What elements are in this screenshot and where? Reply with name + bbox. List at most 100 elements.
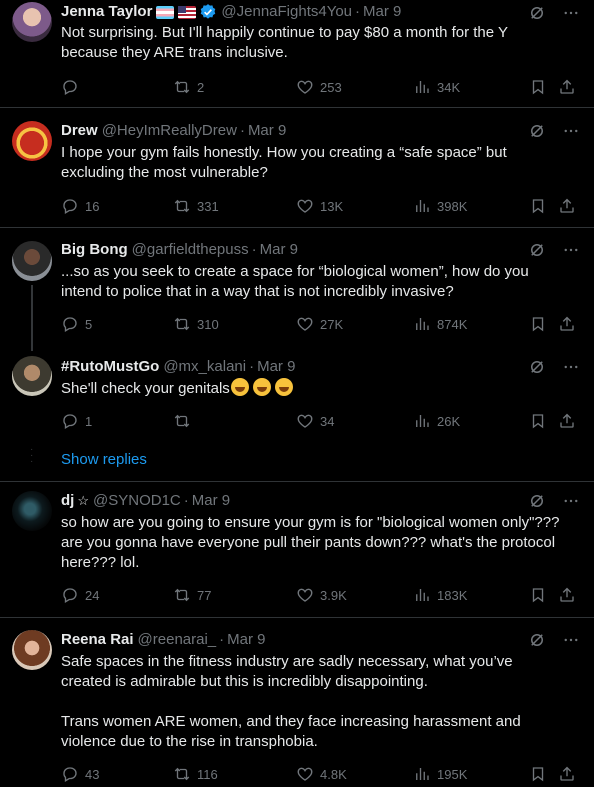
bookmark-button[interactable] bbox=[529, 765, 547, 783]
avatar[interactable] bbox=[12, 491, 52, 531]
more-options-icon[interactable] bbox=[562, 122, 580, 140]
more-options-icon[interactable] bbox=[562, 4, 580, 22]
timestamp[interactable]: Mar 9 bbox=[227, 630, 265, 650]
views-button[interactable]: 34K bbox=[413, 78, 460, 96]
views-button[interactable]: 195K bbox=[413, 765, 467, 783]
retweet-button[interactable]: 77 bbox=[173, 586, 211, 604]
views-button[interactable]: 874K bbox=[413, 315, 467, 333]
user-handle[interactable]: @JennaFights4You bbox=[221, 2, 352, 22]
share-icon bbox=[560, 79, 574, 94]
more-options-icon[interactable] bbox=[562, 492, 580, 510]
separator-dot: · bbox=[239, 122, 245, 139]
user-handle[interactable]: @SYNOD1C bbox=[93, 491, 181, 511]
avatar[interactable] bbox=[12, 630, 52, 670]
tweet-actions: 43 116 4.8K 195K bbox=[61, 764, 580, 784]
trans-flag-icon bbox=[156, 5, 175, 19]
more-options-icon[interactable] bbox=[562, 358, 580, 376]
share-icon bbox=[560, 316, 574, 331]
avatar[interactable] bbox=[12, 356, 52, 396]
views-button[interactable]: 26K bbox=[413, 412, 460, 430]
like-button[interactable]: 253 bbox=[296, 78, 342, 96]
display-name[interactable]: Reena Rai bbox=[61, 630, 134, 650]
display-name[interactable]: dj bbox=[61, 491, 74, 511]
reply-icon bbox=[63, 199, 77, 214]
like-count: 34 bbox=[320, 413, 335, 429]
tweet[interactable]: Jenna Taylor @JennaFights4You · Mar 9 No… bbox=[0, 0, 594, 108]
share-button[interactable] bbox=[558, 197, 576, 215]
avatar[interactable] bbox=[12, 121, 52, 161]
user-handle[interactable]: @HeyImReallyDrew bbox=[102, 121, 237, 141]
separator-dot: · bbox=[251, 241, 257, 258]
views-button[interactable]: 398K bbox=[413, 197, 467, 215]
bookmark-button[interactable] bbox=[529, 315, 547, 333]
reply-button[interactable]: 43 bbox=[61, 765, 99, 783]
share-button[interactable] bbox=[558, 412, 576, 430]
retweet-icon bbox=[174, 588, 190, 602]
grok-icon[interactable] bbox=[528, 122, 546, 140]
user-handle[interactable]: @mx_kalani bbox=[163, 357, 246, 377]
view-count: 874K bbox=[437, 316, 468, 332]
grok-icon[interactable] bbox=[528, 631, 546, 649]
timestamp[interactable]: Mar 9 bbox=[192, 491, 230, 511]
avatar[interactable] bbox=[12, 241, 52, 281]
timestamp[interactable]: Mar 9 bbox=[260, 240, 298, 260]
timestamp[interactable]: Mar 9 bbox=[363, 2, 401, 22]
retweet-icon bbox=[174, 767, 190, 781]
bookmark-button[interactable] bbox=[529, 412, 547, 430]
reply-button[interactable] bbox=[61, 78, 85, 96]
display-name[interactable]: Drew bbox=[61, 121, 98, 141]
grok-icon[interactable] bbox=[528, 358, 546, 376]
reply-button[interactable]: 16 bbox=[61, 197, 99, 215]
grok-icon[interactable] bbox=[528, 241, 546, 259]
share-button[interactable] bbox=[558, 315, 576, 333]
display-name[interactable]: Jenna Taylor bbox=[61, 2, 152, 22]
user-handle[interactable]: @reenarai_ bbox=[138, 630, 217, 650]
retweet-button[interactable]: 310 bbox=[173, 315, 219, 333]
like-button[interactable]: 13K bbox=[296, 197, 343, 215]
tweet-text: so how are you going to ensure your gym … bbox=[61, 514, 560, 571]
tweet[interactable]: Reena Rai @reenarai_ · Mar 9 Safe spaces… bbox=[0, 618, 594, 787]
more-options-icon[interactable] bbox=[562, 631, 580, 649]
grok-icon[interactable] bbox=[528, 492, 546, 510]
tweet-text: I hope your gym fails honestly. How you … bbox=[61, 144, 507, 181]
like-button[interactable]: 27K bbox=[296, 315, 343, 333]
tweet-actions: 2 253 34K bbox=[61, 77, 580, 97]
share-button[interactable] bbox=[558, 765, 576, 783]
more-options-icon[interactable] bbox=[562, 241, 580, 259]
tweet[interactable]: Drew @HeyImReallyDrew · Mar 9 I hope you… bbox=[0, 108, 594, 228]
like-button[interactable]: 4.8K bbox=[296, 765, 347, 783]
separator-dot: · bbox=[183, 492, 189, 509]
bookmark-button[interactable] bbox=[529, 586, 547, 604]
timestamp[interactable]: Mar 9 bbox=[257, 357, 295, 377]
retweet-button[interactable]: 331 bbox=[173, 197, 219, 215]
user-handle[interactable]: @garfieldthepuss bbox=[132, 240, 249, 260]
like-button[interactable]: 34 bbox=[296, 412, 334, 430]
tears-of-joy-emoji-icon bbox=[230, 378, 249, 396]
separator-dot: · bbox=[219, 631, 225, 648]
display-name[interactable]: Big Bong bbox=[61, 240, 128, 260]
bookmark-icon bbox=[532, 588, 544, 603]
avatar[interactable] bbox=[12, 2, 52, 42]
reply-button[interactable]: 1 bbox=[61, 412, 92, 430]
views-button[interactable]: 183K bbox=[413, 586, 467, 604]
retweet-button[interactable]: 2 bbox=[173, 78, 204, 96]
like-count: 4.8K bbox=[320, 766, 347, 782]
show-replies-link[interactable]: Show replies bbox=[61, 451, 147, 468]
share-icon bbox=[560, 413, 574, 428]
share-button[interactable] bbox=[558, 586, 576, 604]
display-name[interactable]: #RutoMustGo bbox=[61, 357, 159, 377]
views-chart-icon bbox=[416, 81, 429, 93]
grok-icon[interactable] bbox=[528, 4, 546, 22]
like-button[interactable]: 3.9K bbox=[296, 586, 347, 604]
tweet[interactable]: dj ☆ @SYNOD1C · Mar 9 so how are you goi… bbox=[0, 482, 594, 618]
bookmark-button[interactable] bbox=[529, 78, 547, 96]
retweet-button[interactable] bbox=[173, 412, 197, 430]
timestamp[interactable]: Mar 9 bbox=[248, 121, 286, 141]
share-button[interactable] bbox=[558, 78, 576, 96]
retweet-button[interactable]: 116 bbox=[173, 765, 218, 783]
views-chart-icon bbox=[416, 768, 429, 780]
tweet[interactable]: Big Bong @garfieldthepuss · Mar 9 ...so … bbox=[0, 228, 594, 351]
bookmark-button[interactable] bbox=[529, 197, 547, 215]
reply-button[interactable]: 5 bbox=[61, 315, 92, 333]
reply-button[interactable]: 24 bbox=[61, 586, 99, 604]
